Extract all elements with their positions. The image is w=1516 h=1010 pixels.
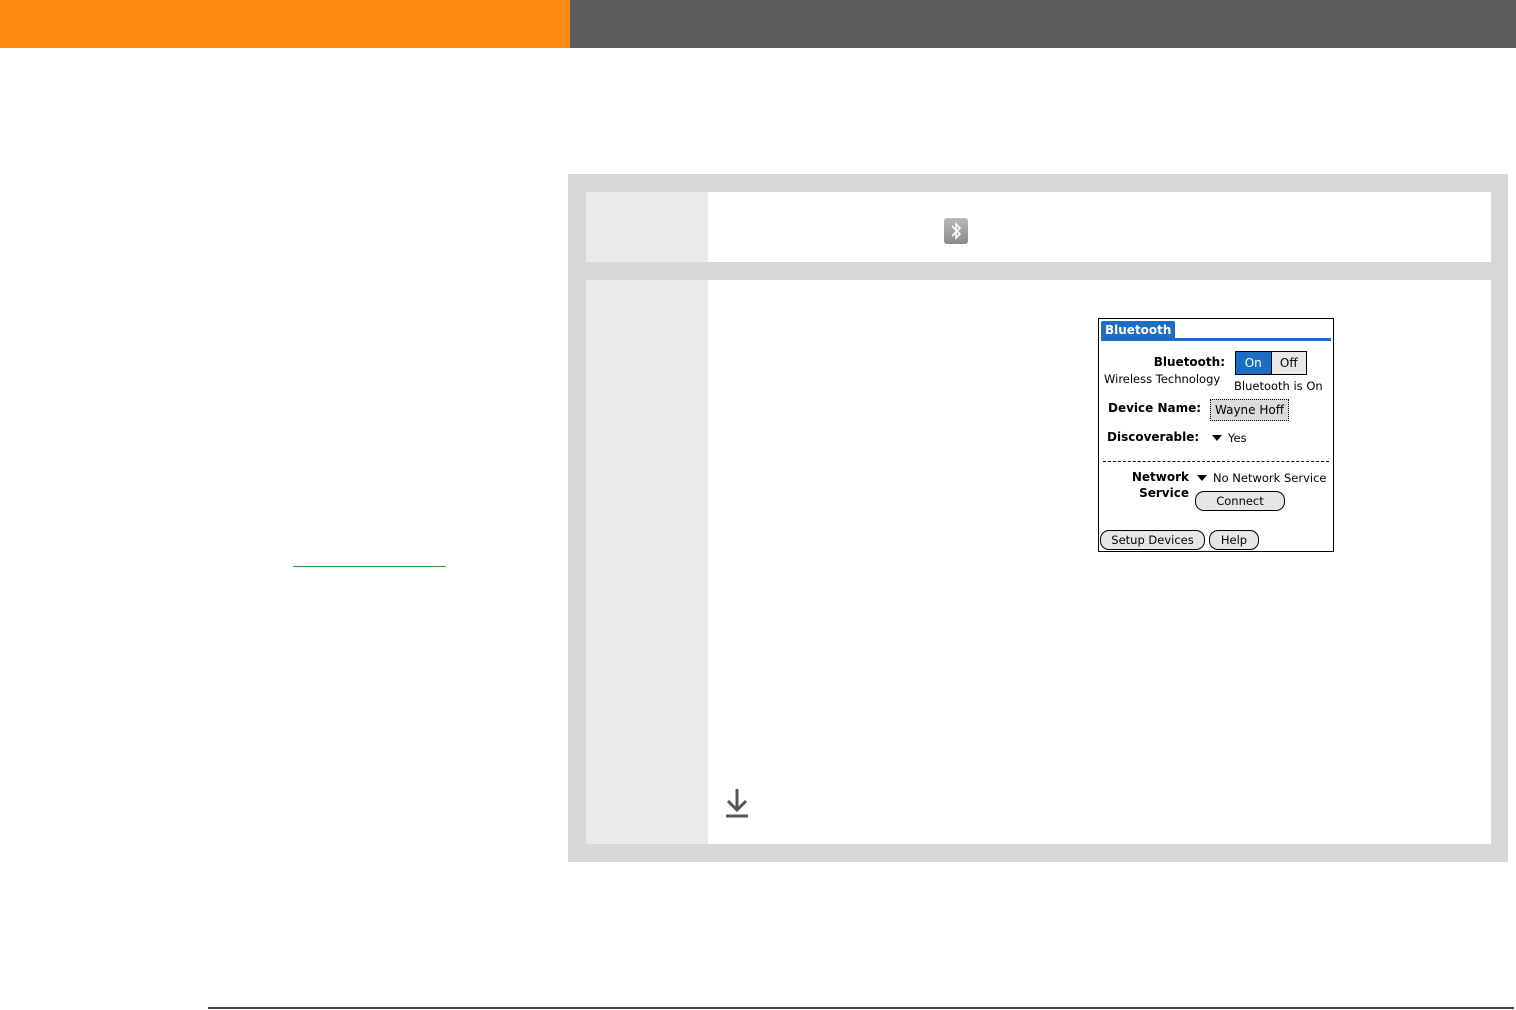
- connect-button[interactable]: Connect: [1195, 491, 1285, 511]
- procedure-panel: Bluetooth Bluetooth: Wireless Technology…: [568, 174, 1508, 862]
- divider: [1103, 461, 1329, 462]
- bluetooth-status: Bluetooth is On: [1234, 379, 1323, 393]
- network-service-value[interactable]: No Network Service: [1213, 471, 1326, 485]
- step-2-body: Bluetooth Bluetooth: Wireless Technology…: [708, 280, 1491, 844]
- step-2-number-cell: [586, 280, 708, 844]
- on-option[interactable]: On: [1236, 352, 1271, 374]
- bluetooth-label: Bluetooth:: [1153, 355, 1225, 369]
- off-option[interactable]: Off: [1270, 352, 1306, 374]
- device-name-label: Device Name:: [1108, 401, 1202, 415]
- step-1-body: [708, 192, 1491, 262]
- page: Bluetooth Bluetooth: Wireless Technology…: [0, 0, 1516, 1010]
- down-arrow-icon[interactable]: [724, 786, 750, 820]
- network-dropdown-icon[interactable]: [1197, 475, 1207, 481]
- bluetooth-screen: Bluetooth Bluetooth: Wireless Technology…: [1098, 318, 1334, 552]
- footer-rule: [208, 1007, 1514, 1009]
- wireless-technology-label: Wireless Technology: [1104, 372, 1221, 386]
- bluetooth-icon[interactable]: [944, 218, 968, 244]
- margin-link[interactable]: [293, 566, 446, 567]
- service-label: Service: [1139, 486, 1189, 500]
- device-name-field[interactable]: Wayne Hoff: [1210, 399, 1289, 421]
- bluetooth-toggle[interactable]: On Off: [1235, 351, 1307, 375]
- discoverable-label: Discoverable:: [1107, 430, 1200, 444]
- step-1-number-cell: [586, 192, 708, 262]
- header-gray-bar: [570, 0, 1516, 48]
- screen-title: Bluetooth: [1101, 321, 1176, 339]
- discoverable-dropdown-icon[interactable]: [1212, 435, 1222, 441]
- help-button[interactable]: Help: [1209, 530, 1259, 550]
- setup-devices-button[interactable]: Setup Devices: [1100, 530, 1205, 550]
- discoverable-value[interactable]: Yes: [1228, 431, 1247, 445]
- network-label: Network: [1131, 470, 1189, 484]
- header-orange-bar: [0, 0, 570, 48]
- title-rule: [1101, 338, 1331, 341]
